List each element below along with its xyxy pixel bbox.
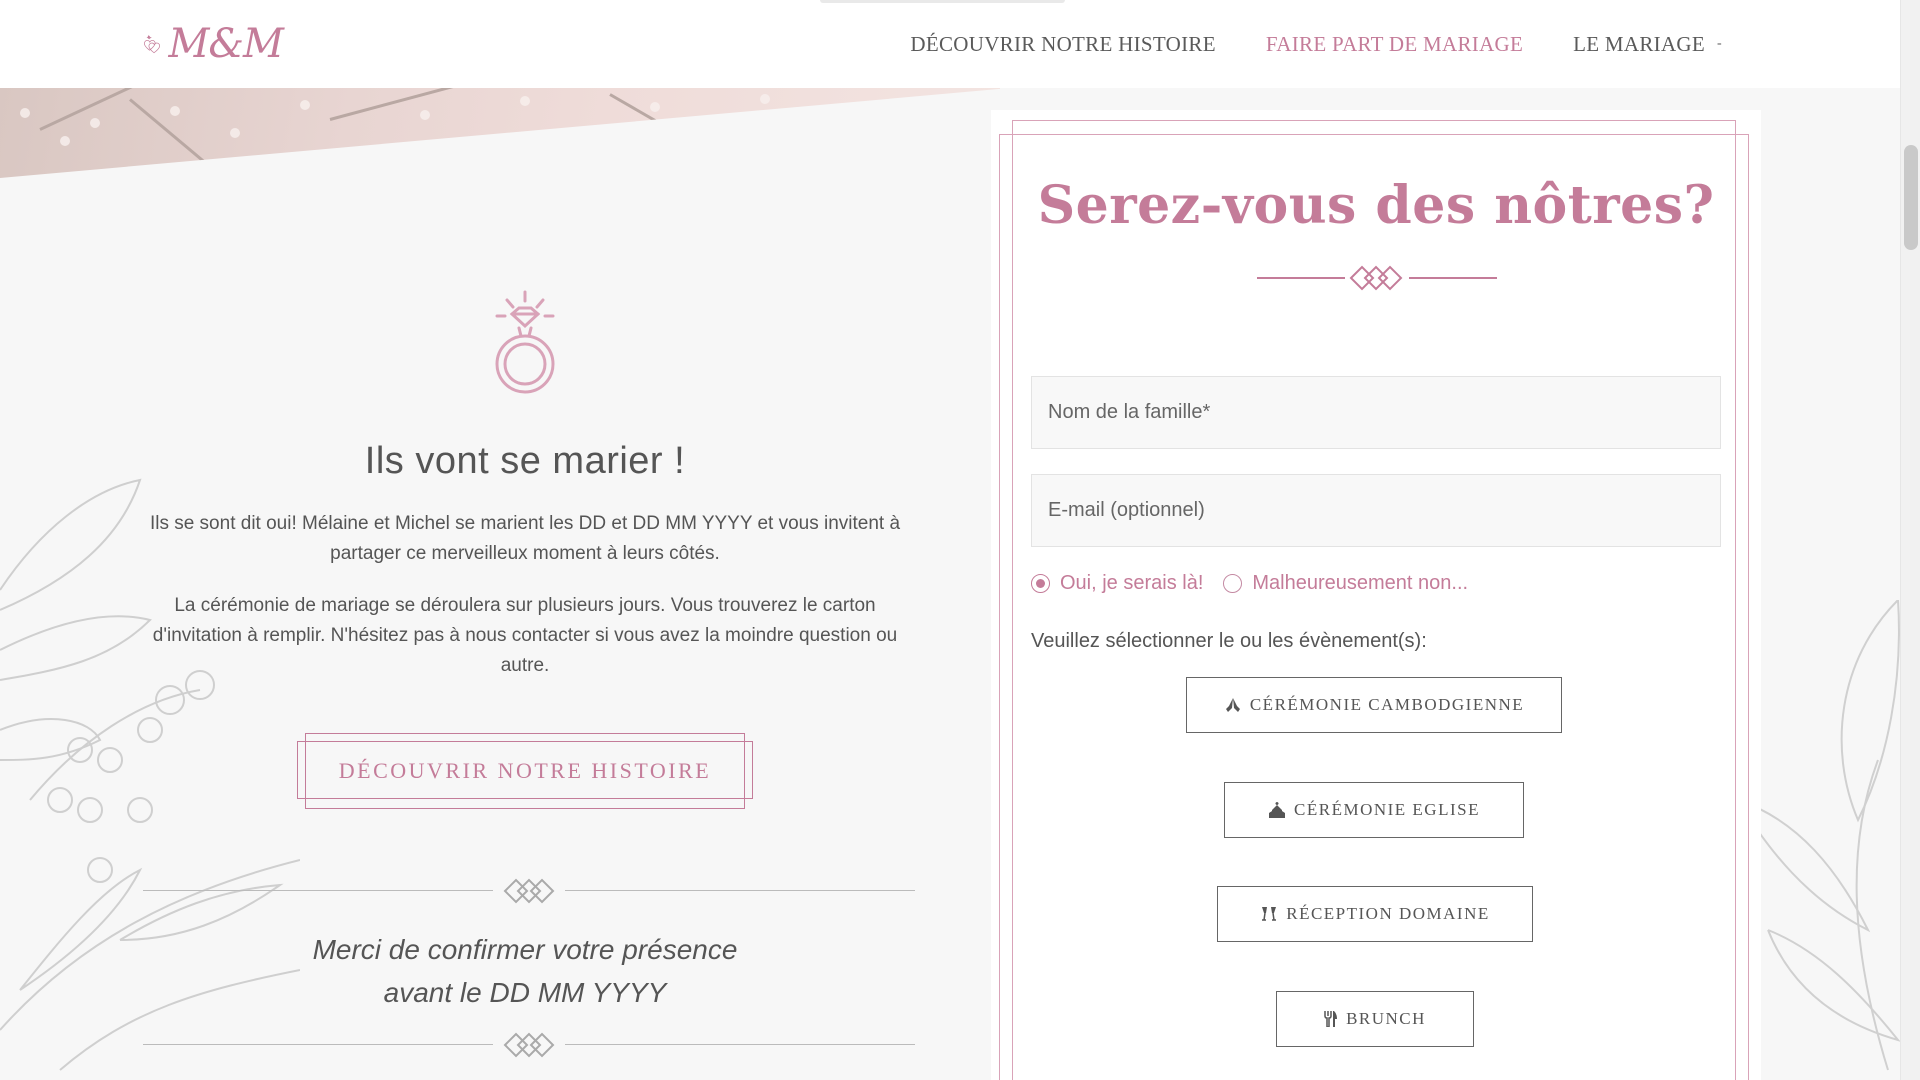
hero-photo-strip bbox=[0, 88, 1000, 178]
confirm-line-1: Merci de confirmer votre présence bbox=[312, 934, 738, 965]
ornament-divider bbox=[135, 876, 915, 906]
radio-unchecked-icon bbox=[1223, 574, 1243, 593]
radio-attending-yes[interactable]: Oui, je serais là! bbox=[1031, 572, 1203, 595]
nav-link-story[interactable]: DÉCOUVRIR NOTRE HISTOIRE bbox=[910, 32, 1215, 57]
radio-no-label: Malheureusement non... bbox=[1252, 572, 1469, 594]
event-label: RÉCEPTION DOMAINE bbox=[1286, 904, 1490, 923]
diamonds-ornament-icon bbox=[503, 1032, 555, 1058]
radio-yes-label: Oui, je serais là! bbox=[1060, 572, 1204, 594]
attendance-radio-group: Oui, je serais là! Malheureusement non..… bbox=[1031, 572, 1468, 595]
ornament-divider-bottom bbox=[135, 1030, 915, 1060]
intro-title: Ils vont se marier ! bbox=[364, 440, 686, 482]
confirm-message: Merci de confirmer votre présence avant … bbox=[130, 928, 920, 1014]
praying-hands-icon bbox=[1225, 698, 1240, 712]
intro-paragraph-2: La cérémonie de mariage se déroulera sur… bbox=[152, 595, 898, 676]
logo[interactable]: M&M bbox=[143, 14, 284, 74]
main-nav: DÉCOUVRIR NOTRE HISTOIRE FAIRE PART DE M… bbox=[910, 0, 1722, 88]
email-input[interactable]: E-mail (optionnel) bbox=[1031, 474, 1721, 547]
page-scrollbar[interactable] bbox=[1900, 0, 1920, 1080]
family-name-input[interactable]: Nom de la famille* bbox=[1031, 376, 1721, 449]
interlocked-hearts-ring-icon bbox=[144, 34, 161, 54]
scrollbar-thumb[interactable] bbox=[1904, 145, 1918, 250]
event-button-church-ceremony[interactable]: CÉRÉMONIE EGLISE bbox=[1224, 782, 1524, 838]
chevron-down-icon: - bbox=[1717, 36, 1722, 51]
nav-link-wedding-label: LE MARIAGE bbox=[1573, 31, 1706, 56]
nav-link-wedding-invitation[interactable]: FAIRE PART DE MARIAGE bbox=[1266, 32, 1523, 57]
intro-section: Ils vont se marier ! Ils se sont dit oui… bbox=[130, 290, 920, 1060]
champagne-glasses-icon bbox=[1262, 907, 1277, 921]
site-header: M&M DÉCOUVRIR NOTRE HISTOIRE FAIRE PART … bbox=[0, 0, 1900, 88]
rsvp-title: Serez-vous des nôtres? bbox=[1037, 175, 1715, 236]
logo-text: M&M bbox=[168, 21, 284, 67]
diamond-ring-icon bbox=[495, 290, 555, 394]
events-label: Veuillez sélectionner le ou les évènemen… bbox=[1031, 630, 1427, 652]
title-ornament-divider bbox=[1257, 265, 1497, 291]
utensils-icon bbox=[1324, 1011, 1338, 1027]
event-button-reception[interactable]: RÉCEPTION DOMAINE bbox=[1217, 886, 1533, 942]
event-label: CÉRÉMONIE EGLISE bbox=[1294, 800, 1480, 819]
nav-link-wedding-dropdown[interactable]: LE MARIAGE - bbox=[1573, 32, 1722, 57]
event-button-brunch[interactable]: BRUNCH bbox=[1276, 991, 1474, 1047]
radio-attending-no[interactable]: Malheureusement non... bbox=[1223, 572, 1468, 595]
discover-story-button[interactable]: DÉCOUVRIR NOTRE HISTOIRE bbox=[297, 733, 753, 809]
event-label: CÉRÉMONIE CAMBODGIENNE bbox=[1249, 695, 1525, 714]
discover-story-button-label: DÉCOUVRIR NOTRE HISTOIRE bbox=[338, 758, 712, 783]
church-icon bbox=[1269, 802, 1286, 818]
event-label: BRUNCH bbox=[1346, 1009, 1426, 1028]
diamonds-ornament-icon bbox=[503, 878, 555, 904]
rsvp-card: Serez-vous des nôtres? Nom de la famille… bbox=[991, 110, 1761, 1080]
confirm-line-2: avant le DD MM YYYY bbox=[383, 977, 667, 1008]
event-button-cambodian-ceremony[interactable]: CÉRÉMONIE CAMBODGIENNE bbox=[1186, 677, 1562, 733]
intro-paragraph-1: Ils se sont dit oui! Mélaine et Michel s… bbox=[149, 513, 901, 564]
radio-checked-icon bbox=[1031, 574, 1050, 593]
